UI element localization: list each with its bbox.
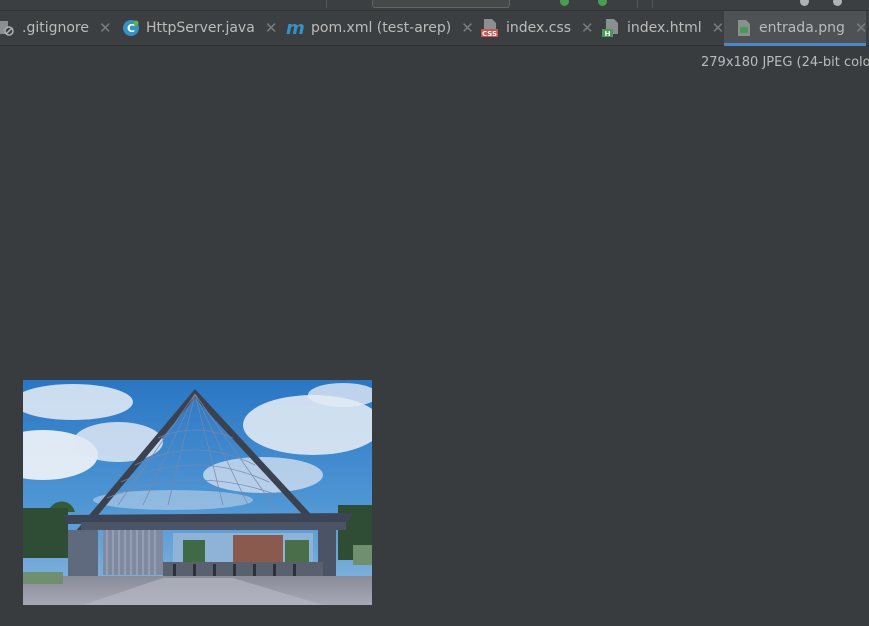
- svg-text:m: m: [286, 19, 305, 37]
- run-icon[interactable]: [560, 0, 569, 6]
- close-icon[interactable]: ✕: [581, 19, 594, 37]
- html-file-icon: H: [601, 19, 621, 38]
- toolbar-divider: [326, 0, 327, 8]
- close-icon[interactable]: ✕: [265, 19, 278, 37]
- tab-index-html[interactable]: H index.html ✕: [601, 11, 724, 45]
- image-info: 279x180 JPEG (24-bit colo: [701, 55, 869, 70]
- java-class-icon: C: [122, 19, 140, 37]
- close-icon[interactable]: ✕: [99, 19, 112, 37]
- maven-icon: m: [285, 19, 305, 37]
- tab-index-css[interactable]: CSS index.css ✕: [480, 11, 594, 45]
- tab-label: .gitignore: [22, 20, 89, 36]
- settings-icon[interactable]: [833, 0, 842, 6]
- close-icon[interactable]: ✕: [461, 19, 474, 37]
- run-configuration-selector[interactable]: [372, 0, 510, 8]
- svg-text:H: H: [605, 30, 611, 38]
- toolbar-divider: [652, 0, 653, 8]
- tab-httpserver-java[interactable]: C HttpServer.java ✕: [122, 11, 277, 45]
- tab-label: HttpServer.java: [146, 20, 255, 36]
- search-icon[interactable]: [800, 0, 809, 6]
- tab-label: index.html: [627, 20, 702, 36]
- gitignore-file-icon: [0, 19, 16, 37]
- active-tab-indicator: [724, 43, 866, 46]
- css-file-icon: CSS: [480, 19, 500, 38]
- tab-gitignore[interactable]: .gitignore ✕: [0, 11, 112, 45]
- tab-entrada-png[interactable]: entrada.png ✕: [724, 11, 868, 46]
- close-icon[interactable]: ✕: [855, 19, 868, 37]
- debug-icon[interactable]: [598, 0, 607, 6]
- tab-label: pom.xml (test-arep): [311, 20, 452, 36]
- top-toolbar: [0, 0, 869, 11]
- image-preview: [0, 380, 383, 605]
- image-file-icon: [735, 19, 753, 37]
- svg-text:CSS: CSS: [482, 30, 497, 38]
- tab-pom-xml[interactable]: m pom.xml (test-arep) ✕: [285, 11, 474, 45]
- toolbar-divider: [637, 0, 638, 8]
- editor-tab-bar: .gitignore ✕ C HttpServer.java ✕ m pom.x…: [0, 11, 869, 46]
- tab-label: index.css: [506, 20, 572, 36]
- close-icon[interactable]: ✕: [712, 19, 725, 37]
- tab-label: entrada.png: [759, 20, 845, 36]
